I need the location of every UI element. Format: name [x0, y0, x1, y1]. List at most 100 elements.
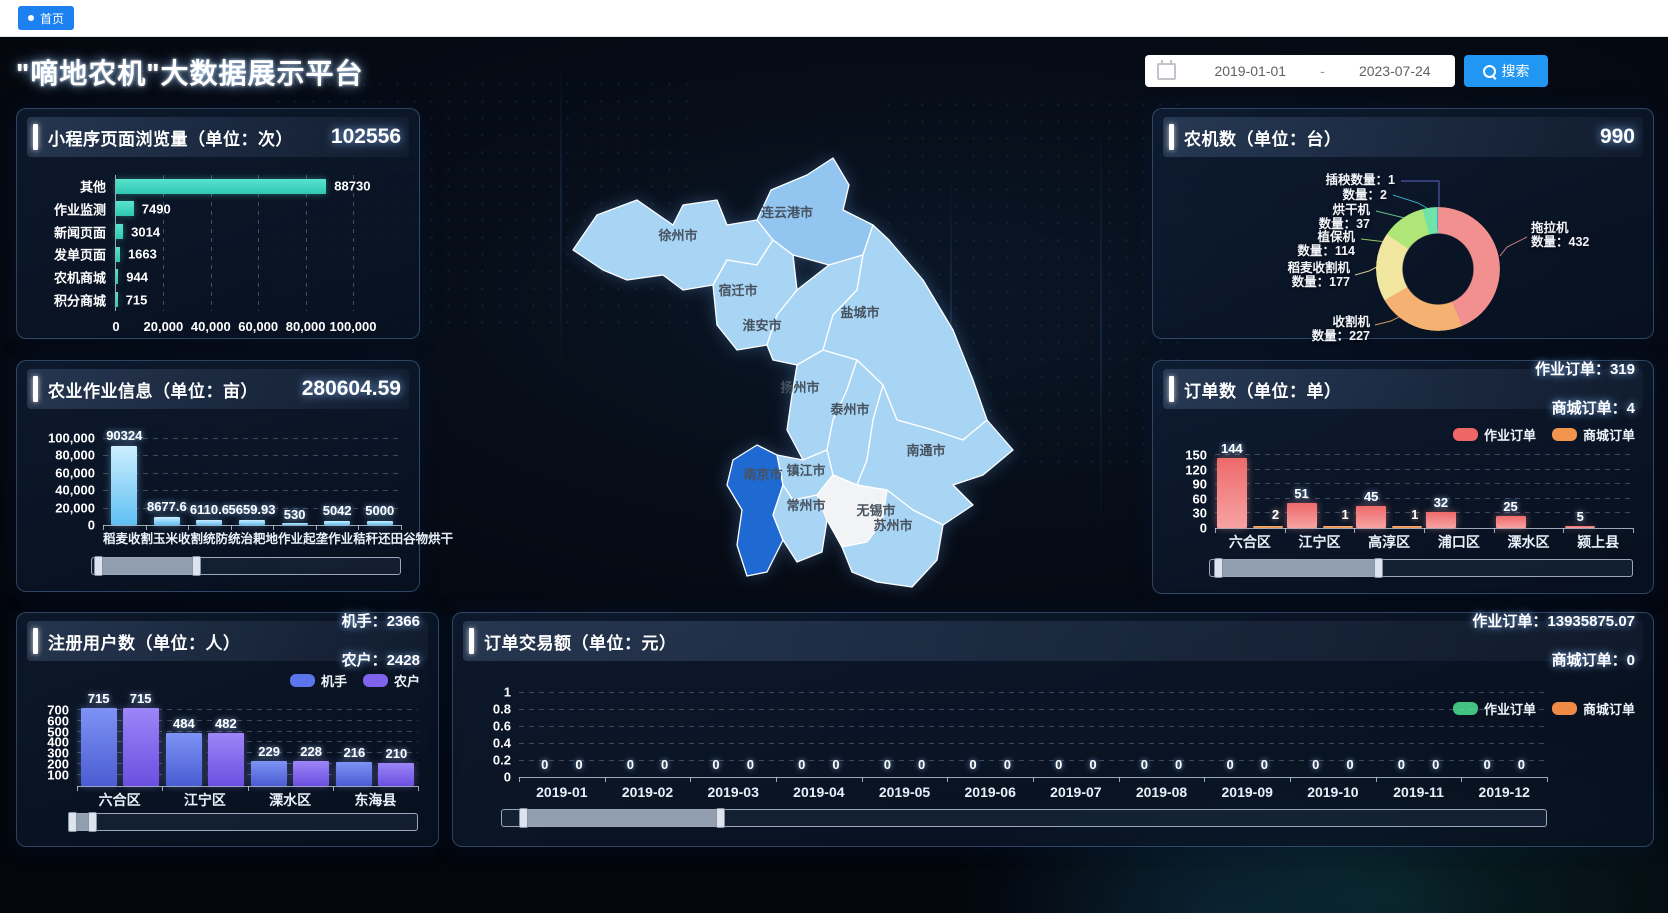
zoom-grip-left[interactable]	[94, 556, 103, 576]
bar-row: 农机商城944	[116, 266, 353, 289]
x-axis-labels: 六合区江宁区高淳区浦口区溧水区颍上县	[1215, 532, 1633, 548]
value-label: 2	[1272, 507, 1279, 522]
value-label: 0	[1089, 757, 1096, 772]
legend-item[interactable]: 商城订单	[1552, 425, 1635, 444]
pie-label: 稻麦收割机 数量：177	[1287, 261, 1350, 290]
start-date-field[interactable]: 2019-01-01	[1190, 63, 1311, 79]
month-slot: 00	[605, 692, 691, 777]
axis-tick	[418, 786, 419, 791]
data-zoom-handle[interactable]	[72, 814, 93, 830]
zoom-grip-left[interactable]	[68, 812, 77, 832]
bar-row: 作业监测7490	[116, 198, 353, 221]
legend-swatch	[1552, 428, 1577, 441]
bar	[1496, 516, 1526, 528]
data-zoom-handle[interactable]	[98, 558, 197, 574]
category-label: 稻麦收割	[103, 528, 153, 544]
calendar-icon	[1157, 63, 1176, 80]
month-slot: 00	[862, 692, 948, 777]
data-zoom-slider[interactable]	[71, 813, 418, 831]
axis-tick-label: 40,000	[55, 483, 95, 498]
axis-tick-label: 60	[1193, 491, 1207, 506]
value-label: 1663	[128, 247, 157, 262]
bar	[293, 761, 329, 786]
month-label: 2019-09	[1204, 784, 1290, 800]
search-button[interactable]: 搜索	[1464, 55, 1548, 87]
value-label: 1	[1411, 507, 1418, 522]
bar	[1253, 526, 1283, 528]
header-accent-bar	[469, 628, 474, 654]
pie-label: 拖拉机 数量：432	[1531, 221, 1589, 250]
bar-slot: 5659.93	[231, 438, 274, 525]
month-slot: 00	[1376, 692, 1462, 777]
zoom-grip-right[interactable]	[192, 556, 201, 576]
month-label: 2019-05	[862, 784, 948, 800]
data-zoom-handle[interactable]	[523, 810, 721, 826]
value-label: 0	[1004, 757, 1011, 772]
panel-header: 订单交易额（单位：元） 作业订单：13935875.07 商城订单：0	[463, 621, 1643, 661]
legend-swatch	[1552, 702, 1577, 715]
value-label: 228	[300, 744, 322, 759]
value-label: 1	[1342, 507, 1349, 522]
value-label: 51	[1294, 486, 1308, 501]
pageviews-chart: 其他88730作业监测7490新闻页面3014发单页面1663农机商城944积分…	[27, 159, 409, 330]
bar-slot: 6110.6	[188, 438, 231, 525]
bar	[81, 708, 117, 786]
panel-title: 农机数（单位：台）	[1184, 125, 1342, 150]
axis-tick	[1204, 777, 1205, 782]
bar	[116, 269, 118, 284]
header-accent-bar	[33, 376, 38, 402]
legend-item[interactable]: 机手	[290, 671, 347, 690]
pie-label: 植保机 数量：114	[1297, 230, 1355, 259]
header-accent-bar	[1169, 124, 1174, 150]
bar-wrap: 482	[208, 701, 244, 786]
legend-item[interactable]: 作业订单	[1453, 425, 1536, 444]
bar-group: 484482	[162, 701, 247, 786]
farming-chart: 100,00080,00060,00040,00020,000090324867…	[27, 411, 409, 583]
x-axis-labels: 2019-012019-022019-032019-042019-052019-…	[519, 784, 1547, 800]
category-label: 发单页面	[54, 245, 106, 264]
value-label: 0	[832, 757, 839, 772]
legend-item[interactable]: 商城订单	[1552, 699, 1635, 718]
legend-item[interactable]: 农户	[363, 671, 420, 690]
chart-legend: 机手农户	[290, 671, 420, 690]
axis-tick-label: 100,000	[48, 431, 95, 446]
legend-label: 作业订单	[1484, 425, 1536, 444]
axis-tick	[519, 777, 520, 782]
month-label: 2019-03	[690, 784, 776, 800]
bar-slot: 5042	[316, 438, 359, 525]
category-label: 其他	[80, 177, 106, 196]
value-label: 8677.6	[147, 499, 187, 514]
axis-tick-label: 0	[112, 319, 119, 334]
zoom-grip-right[interactable]	[716, 808, 725, 828]
axis-tick-label: 80,000	[286, 319, 326, 334]
zoom-grip-left[interactable]	[519, 808, 528, 828]
end-date-field[interactable]: 2023-07-24	[1335, 63, 1456, 79]
data-zoom-handle[interactable]	[1218, 560, 1378, 576]
axis-tick-label: 80,000	[55, 448, 95, 463]
month-slot: 00	[1461, 692, 1547, 777]
date-range-picker[interactable]: 2019-01-01 - 2023-07-24	[1145, 55, 1455, 87]
bar-wrap: 45	[1356, 451, 1386, 528]
data-zoom-slider[interactable]	[501, 809, 1547, 827]
category-label: 浦口区	[1424, 532, 1494, 548]
value-label: 5	[1577, 509, 1584, 524]
panel-title: 农业作业信息（单位：亩）	[48, 377, 258, 402]
panel-title: 订单交易额（单位：元）	[484, 629, 677, 654]
zoom-grip-left[interactable]	[1214, 558, 1223, 578]
value-label: 7490	[142, 201, 171, 216]
zoom-grip-right[interactable]	[1374, 558, 1383, 578]
axis-tick-label: 100	[47, 768, 69, 783]
value-label: 0	[798, 757, 805, 772]
data-zoom-slider[interactable]	[1209, 559, 1633, 577]
panel-title: 订单数（单位：单）	[1184, 377, 1342, 402]
data-zoom-slider[interactable]	[91, 557, 401, 575]
value-label: 0	[918, 757, 925, 772]
plot-area: 1501209060300144251145132255	[1215, 451, 1633, 529]
zoom-grip-right[interactable]	[88, 812, 97, 832]
home-tab-button[interactable]: 首页	[18, 6, 74, 30]
category-label: 东海县	[333, 790, 418, 806]
bar-wrap: 32	[1426, 451, 1456, 528]
panel-header: 农业作业信息（单位：亩） 280604.59	[27, 369, 409, 409]
header-accent-bar	[33, 628, 38, 654]
value-label: 0	[1055, 757, 1062, 772]
